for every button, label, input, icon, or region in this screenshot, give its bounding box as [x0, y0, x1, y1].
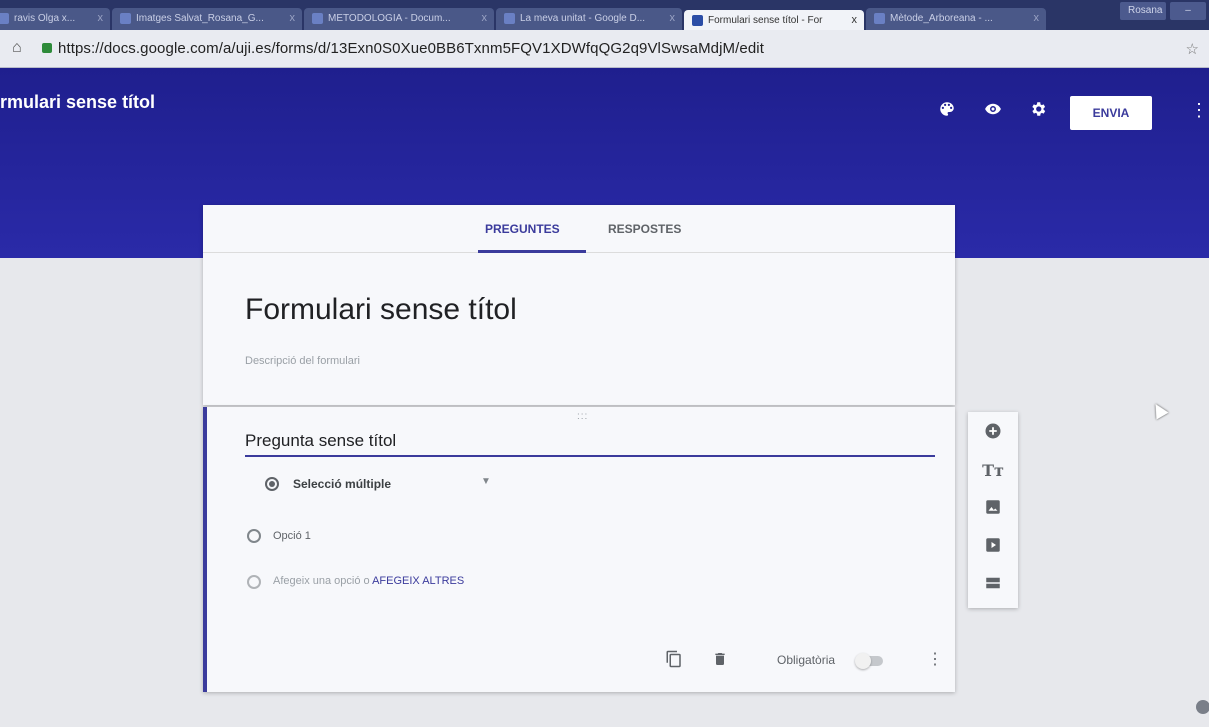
tab-label: METODOLOGIA - Docum... [328, 13, 451, 24]
question-type-label: Selecció múltiple [293, 477, 392, 491]
add-other-link[interactable]: AFEGEIX ALTRES [372, 575, 464, 587]
close-tab-icon[interactable]: x [670, 12, 676, 24]
question-card[interactable]: ::: Pregunta sense títol Selecció múltip… [203, 407, 955, 692]
tab-favicon-icon [0, 13, 9, 24]
question-footer: Obligatòria ⋮ [207, 643, 955, 683]
bookmark-star-icon[interactable]: ☆ [1186, 40, 1199, 58]
active-tab-indicator [478, 250, 586, 253]
drag-handle-icon[interactable]: ::: [577, 411, 588, 422]
forms-favicon-icon [692, 15, 703, 26]
send-button[interactable]: ENVIA [1070, 96, 1152, 130]
minimize-button[interactable]: – [1170, 2, 1206, 20]
delete-icon[interactable] [712, 649, 728, 674]
required-toggle[interactable] [855, 653, 883, 669]
tab-label: Formulari sense títol - For [708, 15, 823, 26]
side-toolbar: Tт [968, 412, 1018, 608]
question-more-icon[interactable]: ⋮ [927, 649, 943, 669]
form-title[interactable]: Formulari sense títol [245, 293, 517, 327]
question-type-select[interactable]: Selecció múltiple ▼ [261, 471, 501, 497]
browser-tab-strip: ravis Olga x... x Imatges Salvat_Rosana_… [0, 0, 1209, 30]
tab-questions[interactable]: PREGUNTES [485, 222, 560, 236]
home-icon[interactable]: ⌂ [12, 39, 22, 57]
tab-label: ravis Olga x... [14, 13, 76, 24]
url-field[interactable]: https://docs.google.com/a/uji.es/forms/d… [58, 40, 764, 57]
section-icon[interactable] [982, 574, 1004, 596]
tab-favicon-icon [312, 13, 323, 24]
tab-favicon-icon [120, 13, 131, 24]
eye-icon[interactable] [982, 100, 1004, 122]
form-header-card: PREGUNTES RESPOSTES Formulari sense títo… [203, 205, 955, 405]
gear-icon[interactable] [1027, 100, 1049, 122]
close-tab-icon[interactable]: x [482, 12, 488, 24]
browser-tab[interactable]: Mètode_Arboreana - ... x [866, 8, 1046, 30]
browser-tab[interactable]: ravis Olga x... x [0, 8, 110, 30]
address-bar: ⌂ https://docs.google.com/a/uji.es/forms… [0, 30, 1209, 68]
form-tabs: PREGUNTES RESPOSTES [203, 205, 955, 253]
help-icon[interactable] [1196, 700, 1209, 714]
browser-tab-active[interactable]: Formulari sense títol - For x [684, 10, 864, 30]
add-question-icon[interactable] [982, 422, 1004, 444]
lock-icon [42, 43, 52, 53]
add-option-link[interactable]: Afegeix una opció [273, 575, 360, 587]
browser-tab[interactable]: Imatges Salvat_Rosana_G... x [112, 8, 302, 30]
close-tab-icon[interactable]: x [98, 12, 104, 24]
title-text-icon[interactable]: Tт [982, 460, 1004, 482]
browser-tab[interactable]: La meva unitat - Google D... x [496, 8, 682, 30]
video-icon[interactable] [982, 536, 1004, 558]
option-radio-icon [247, 529, 261, 543]
option-1-field[interactable]: Opció 1 [273, 530, 311, 542]
profile-button[interactable]: Rosana [1120, 2, 1166, 20]
tab-label: Mètode_Arboreana - ... [890, 13, 993, 24]
tab-label: Imatges Salvat_Rosana_G... [136, 13, 264, 24]
add-option-row: Afegeix una opció o AFEGEIX ALTRES [273, 575, 464, 587]
mouse-cursor-icon [1149, 400, 1169, 420]
radio-checked-icon [265, 477, 279, 491]
palette-icon[interactable] [936, 100, 958, 122]
tab-favicon-icon [504, 13, 515, 24]
duplicate-icon[interactable] [665, 649, 683, 674]
close-tab-icon[interactable]: x [1034, 12, 1040, 24]
more-vert-icon[interactable]: ⋮ [1190, 100, 1208, 121]
image-icon[interactable] [982, 498, 1004, 520]
form-description-field[interactable]: Descripció del formulari [245, 355, 360, 367]
add-option-radio-icon [247, 575, 261, 589]
document-title[interactable]: rmulari sense títol [0, 92, 155, 113]
question-title-field[interactable]: Pregunta sense títol [245, 431, 935, 457]
tab-favicon-icon [874, 13, 885, 24]
browser-tab[interactable]: METODOLOGIA - Docum... x [304, 8, 494, 30]
add-option-connector: o [363, 575, 370, 587]
close-tab-icon[interactable]: x [290, 12, 296, 24]
required-label: Obligatòria [777, 653, 836, 667]
close-tab-icon[interactable]: x [852, 14, 858, 26]
chevron-down-icon: ▼ [481, 476, 491, 487]
tab-label: La meva unitat - Google D... [520, 13, 646, 24]
tab-responses[interactable]: RESPOSTES [608, 222, 681, 236]
